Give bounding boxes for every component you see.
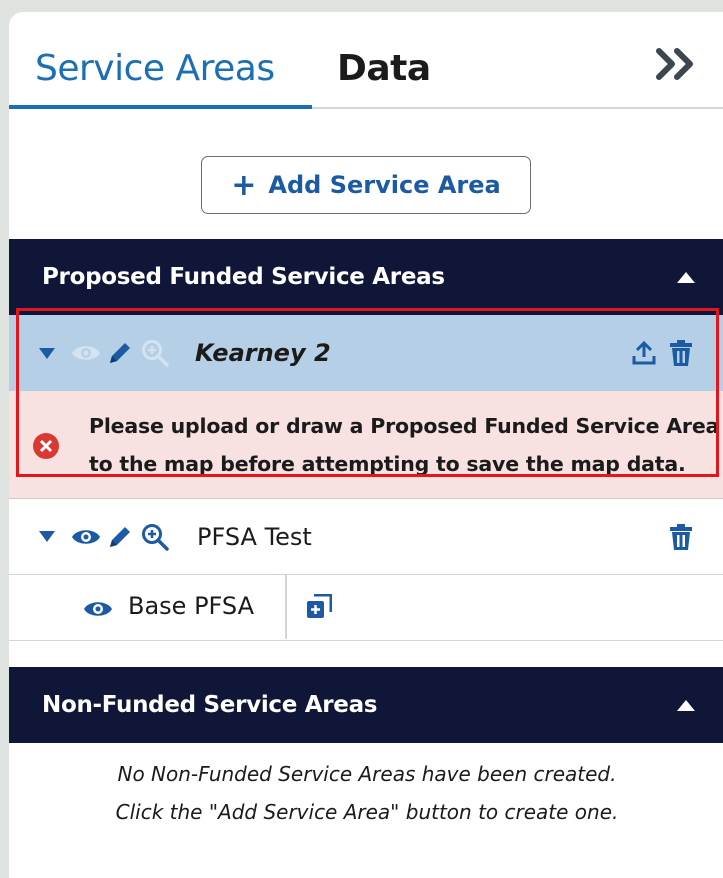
- collapse-section-icon[interactable]: [677, 271, 695, 283]
- sub-area-row-base-pfsa[interactable]: Base PFSA: [9, 575, 723, 641]
- service-area-row-kearney-2[interactable]: Kearney 2: [9, 315, 723, 391]
- tab-bar: Service Areas Data: [9, 12, 723, 109]
- plus-icon: +: [231, 167, 257, 203]
- pencil-icon[interactable]: [107, 340, 133, 366]
- zoom-in-icon[interactable]: [141, 523, 169, 551]
- error-circle-icon: [32, 432, 60, 460]
- service-areas-panel: Service Areas Data + Add Service Area Pr…: [9, 12, 723, 878]
- add-button-area: + Add Service Area: [9, 109, 723, 239]
- sub-area-name: Base PFSA: [128, 592, 255, 620]
- service-area-name: PFSA Test: [197, 522, 312, 551]
- validation-error-alert: Please upload or draw a Proposed Funded …: [9, 391, 723, 499]
- eye-icon[interactable]: [83, 598, 113, 620]
- empty-state-line-1: No Non-Funded Service Areas have been cr…: [117, 762, 617, 786]
- error-message-line-1: Please upload or draw a Proposed Funded …: [89, 414, 720, 438]
- add-service-area-button[interactable]: + Add Service Area: [201, 156, 531, 214]
- non-funded-section-header[interactable]: Non-Funded Service Areas: [9, 667, 723, 743]
- expand-caret-icon[interactable]: [39, 531, 55, 542]
- copy-add-icon[interactable]: [306, 594, 332, 620]
- divider: [285, 575, 287, 639]
- trash-icon[interactable]: [669, 339, 693, 367]
- upload-icon[interactable]: [631, 340, 657, 366]
- tab-data[interactable]: Data: [337, 48, 431, 89]
- trash-icon[interactable]: [669, 523, 693, 551]
- zoom-in-icon[interactable]: [141, 339, 169, 367]
- empty-state-line-2: Click the "Add Service Area" button to c…: [115, 800, 619, 824]
- error-message: Please upload or draw a Proposed Funded …: [89, 407, 719, 483]
- eye-icon[interactable]: [71, 342, 101, 364]
- empty-state-message: No Non-Funded Service Areas have been cr…: [9, 743, 723, 831]
- expand-caret-icon[interactable]: [39, 347, 55, 359]
- collapse-section-icon[interactable]: [677, 699, 695, 711]
- error-message-line-2: to the map before attempting to save the…: [89, 452, 686, 476]
- eye-icon[interactable]: [71, 526, 101, 548]
- service-area-row-pfsa-test[interactable]: PFSA Test: [9, 499, 723, 575]
- collapse-panel-button[interactable]: [653, 46, 699, 90]
- add-service-area-label: Add Service Area: [268, 171, 501, 199]
- pencil-icon[interactable]: [107, 524, 133, 550]
- double-chevron-right-icon: [656, 48, 693, 80]
- section-title: Proposed Funded Service Areas: [42, 264, 445, 290]
- proposed-funded-section-header[interactable]: Proposed Funded Service Areas: [9, 239, 723, 315]
- tab-service-areas[interactable]: Service Areas: [35, 48, 275, 89]
- section-title: Non-Funded Service Areas: [42, 692, 378, 718]
- service-area-name: Kearney 2: [195, 339, 331, 367]
